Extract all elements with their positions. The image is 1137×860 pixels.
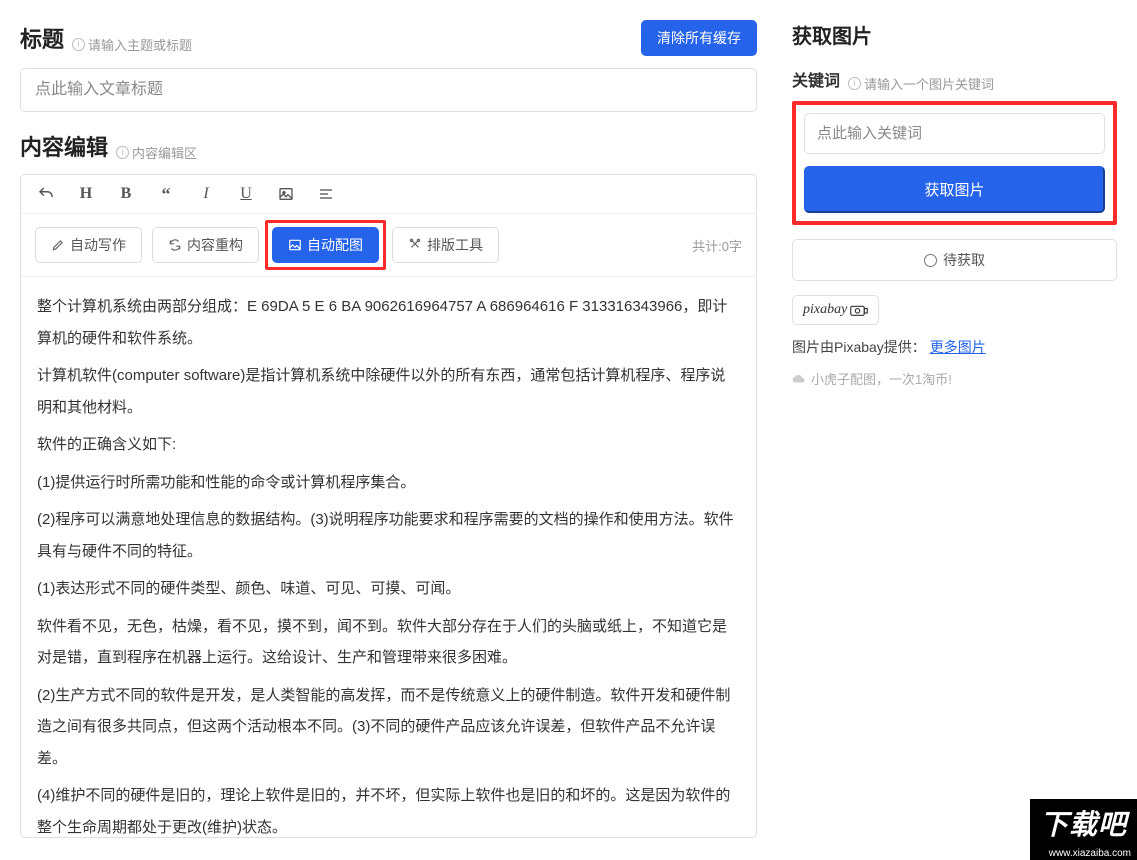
paragraph: (4)维护不同的硬件是旧的，理论上软件是旧的，并不坏，但实际上软件也是旧的和坏的… xyxy=(37,780,740,837)
heading-icon[interactable]: H xyxy=(75,183,97,205)
pixabay-badge: pixabay xyxy=(792,295,879,325)
action-toolbar: 自动写作 内容重构 自动配图 排版工具 共计:0字 xyxy=(21,214,756,277)
title-label: 标题 xyxy=(20,22,64,54)
align-left-icon[interactable] xyxy=(315,183,337,205)
format-toolbar: H B “ I U xyxy=(21,175,756,214)
fetch-image-button[interactable]: 获取图片 xyxy=(804,166,1105,213)
quote-icon[interactable]: “ xyxy=(155,183,177,205)
circle-icon xyxy=(924,254,937,267)
tools-icon xyxy=(408,238,422,252)
editor-box: H B “ I U 自动写作 内容重构 xyxy=(20,174,757,838)
cloud-icon xyxy=(792,374,806,384)
paragraph: (2)程序可以满意地处理信息的数据结构。(3)说明程序功能要求和程序需要的文档的… xyxy=(37,504,740,567)
image-icon[interactable] xyxy=(275,183,297,205)
keyword-highlight-box: 获取图片 xyxy=(792,101,1117,225)
pencil-icon xyxy=(51,238,65,252)
restructure-button[interactable]: 内容重构 xyxy=(152,227,259,263)
auto-image-highlight: 自动配图 xyxy=(265,220,386,270)
pending-button[interactable]: 待获取 xyxy=(792,239,1117,281)
content-editor[interactable]: 整个计算机系统由两部分组成：E 69DA 5 E 6 BA 9062616964… xyxy=(21,277,756,837)
paragraph: 软件看不见，无色，枯燥，看不见，摸不到，闻不到。软件大部分存在于人们的头脑或纸上… xyxy=(37,611,740,674)
keyword-sub: i 请输入一个图片关键词 xyxy=(848,74,994,93)
paragraph: 计算机软件(computer software)是指计算机系统中除硬件以外的所有… xyxy=(37,360,740,423)
refresh-icon xyxy=(168,238,182,252)
content-edit-label: 内容编辑 xyxy=(20,130,108,162)
word-count: 共计:0字 xyxy=(692,236,742,255)
clear-cache-button[interactable]: 清除所有缓存 xyxy=(641,20,757,56)
layout-tool-button[interactable]: 排版工具 xyxy=(392,227,499,263)
italic-icon[interactable]: I xyxy=(195,183,217,205)
main-panel: 标题 i 请输入主题或标题 清除所有缓存 内容编辑 i 内容编辑区 H xyxy=(0,0,777,860)
paragraph: (1)表达形式不同的硬件类型、颜色、味道、可见、可摸、可闻。 xyxy=(37,573,740,605)
title-header: 标题 i 请输入主题或标题 清除所有缓存 xyxy=(20,20,757,56)
bold-icon[interactable]: B xyxy=(115,183,137,205)
paragraph: 整个计算机系统由两部分组成：E 69DA 5 E 6 BA 9062616964… xyxy=(37,291,740,354)
keyword-label: 关键词 xyxy=(792,67,840,91)
sidebar: 获取图片 关键词 i 请输入一个图片关键词 获取图片 待获取 pixabay 图… xyxy=(777,0,1137,860)
auto-write-button[interactable]: 自动写作 xyxy=(35,227,142,263)
title-sub: i 请输入主题或标题 xyxy=(72,35,192,54)
underline-icon[interactable]: U xyxy=(235,183,257,205)
info-icon: i xyxy=(116,146,129,159)
paragraph: (1)提供运行时所需功能和性能的命令或计算机程序集合。 xyxy=(37,467,740,499)
picture-icon xyxy=(288,238,302,252)
footer-note: 小虎子配图，一次1淘币! xyxy=(792,369,1117,388)
paragraph: (2)生产方式不同的软件是开发，是人类智能的高发挥，而不是传统意义上的硬件制造。… xyxy=(37,680,740,775)
more-images-link[interactable]: 更多图片 xyxy=(930,339,986,355)
auto-image-button[interactable]: 自动配图 xyxy=(272,227,379,263)
credit-line: 图片由Pixabay提供： 更多图片 xyxy=(792,337,1117,357)
info-icon: i xyxy=(848,77,861,90)
info-icon: i xyxy=(72,38,85,51)
undo-icon[interactable] xyxy=(35,183,57,205)
watermark: 下载吧 www.xiazaiba.com xyxy=(1030,799,1137,860)
article-title-input[interactable] xyxy=(20,68,757,112)
content-edit-sub: i 内容编辑区 xyxy=(116,143,197,162)
camera-icon xyxy=(850,304,868,316)
fetch-image-title: 获取图片 xyxy=(792,20,1117,49)
paragraph: 软件的正确含义如下: xyxy=(37,429,740,461)
keyword-input[interactable] xyxy=(804,113,1105,154)
